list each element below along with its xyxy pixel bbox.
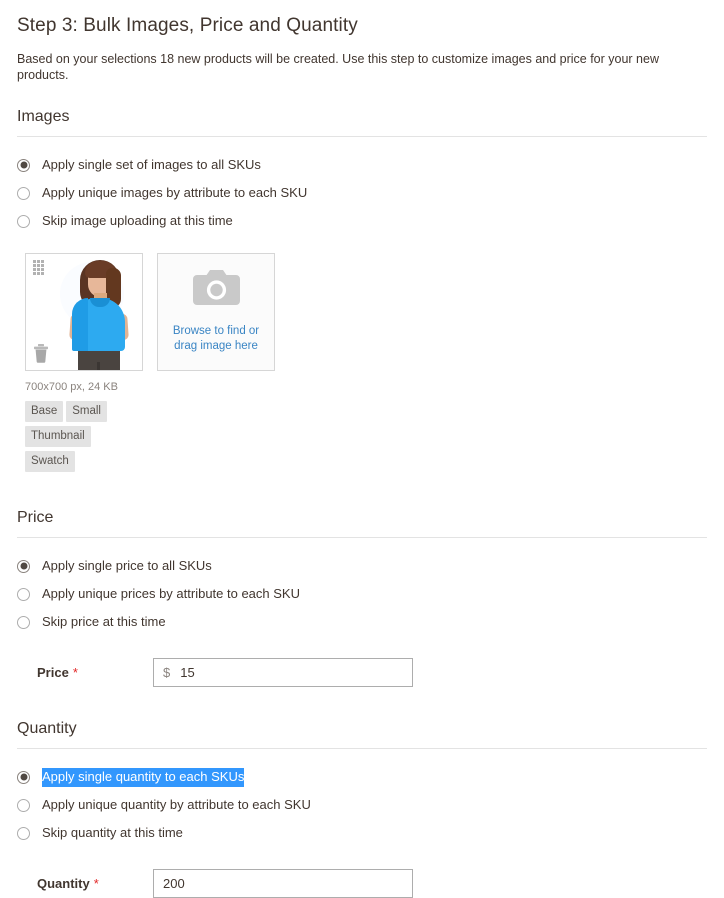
- price-field-row: Price * $ 15: [17, 658, 707, 687]
- radio-button[interactable]: [17, 826, 30, 840]
- quantity-section-divider: [17, 748, 707, 749]
- price-input-value: 15: [180, 665, 195, 680]
- images-section-title: Images: [17, 108, 70, 125]
- radio-button[interactable]: [17, 214, 30, 228]
- price-label-text: Price: [37, 665, 69, 680]
- page-title: Step 3: Bulk Images, Price and Quantity: [17, 15, 358, 36]
- price-section-divider: [17, 537, 707, 538]
- radio-label: Apply unique prices by attribute to each…: [42, 586, 300, 601]
- quantity-section: Quantity Apply single quantity to each S…: [17, 719, 707, 898]
- camera-icon: [192, 270, 240, 310]
- radio-option-skip-images[interactable]: Skip image uploading at this time: [17, 207, 707, 235]
- quantity-field-row: Quantity * 200: [17, 869, 707, 898]
- currency-symbol: $: [163, 665, 171, 680]
- radio-option-apply-single-quantity[interactable]: Apply single quantity to each SKUs: [17, 763, 707, 791]
- radio-button[interactable]: [17, 798, 30, 812]
- radio-option-skip-quantity[interactable]: Skip quantity at this time: [17, 819, 707, 847]
- radio-button[interactable]: [17, 770, 30, 784]
- radio-label: Apply single set of images to all SKUs: [42, 157, 261, 172]
- image-thumbnail[interactable]: [25, 253, 143, 371]
- drag-handle-icon[interactable]: [33, 260, 44, 275]
- quantity-field-label: Quantity *: [37, 876, 153, 891]
- radio-button[interactable]: [17, 559, 30, 573]
- quantity-section-title: Quantity: [17, 720, 77, 737]
- radio-label: Skip image uploading at this time: [42, 213, 233, 228]
- uploader-link-line2[interactable]: drag image here: [174, 339, 258, 354]
- quantity-label-text: Quantity: [37, 876, 90, 891]
- radio-option-apply-single-price[interactable]: Apply single price to all SKUs: [17, 552, 707, 580]
- radio-option-apply-single-image-set[interactable]: Apply single set of images to all SKUs: [17, 151, 707, 179]
- radio-label: Apply single quantity to each SKUs: [42, 767, 245, 787]
- images-section: Images Apply single set of images to all…: [17, 107, 707, 476]
- images-section-divider: [17, 136, 707, 137]
- radio-button[interactable]: [17, 615, 30, 629]
- radio-label: Apply single price to all SKUs: [42, 558, 212, 573]
- trash-icon[interactable]: [33, 344, 49, 363]
- radio-button[interactable]: [17, 158, 30, 172]
- radio-label: Apply unique images by attribute to each…: [42, 185, 308, 200]
- radio-button[interactable]: [17, 186, 30, 200]
- image-role-tag: Small: [66, 401, 107, 422]
- radio-label: Apply unique quantity by attribute to ea…: [42, 797, 311, 812]
- page-subtitle: Based on your selections 18 new products…: [17, 52, 659, 82]
- price-section: Price Apply single price to all SKUs App…: [17, 508, 707, 687]
- image-role-tags: Base Small Thumbnail Swatch: [25, 401, 135, 476]
- image-role-tag: Thumbnail: [25, 426, 91, 447]
- image-role-tag: Base: [25, 401, 64, 422]
- required-asterisk: *: [93, 876, 99, 891]
- image-role-tag: Swatch: [25, 451, 75, 472]
- uploader-link-line1[interactable]: Browse to find or: [173, 324, 259, 339]
- radio-button[interactable]: [17, 587, 30, 601]
- image-uploader-dropzone[interactable]: Browse to find or drag image here: [157, 253, 275, 371]
- quantity-input-value: 200: [163, 876, 185, 891]
- radio-option-skip-price[interactable]: Skip price at this time: [17, 608, 707, 636]
- image-gallery: Browse to find or drag image here 700x70…: [17, 253, 707, 476]
- radio-option-apply-unique-quantity[interactable]: Apply unique quantity by attribute to ea…: [17, 791, 707, 819]
- image-gallery-row: Browse to find or drag image here: [17, 253, 707, 371]
- radio-label: Skip price at this time: [42, 614, 166, 629]
- image-file-meta: 700x700 px, 24 KB: [25, 381, 118, 393]
- bulk-images-price-quantity-page: Step 3: Bulk Images, Price and Quantity …: [0, 0, 724, 898]
- price-section-title: Price: [17, 509, 54, 526]
- quantity-input[interactable]: 200: [153, 869, 413, 898]
- radio-option-apply-unique-images[interactable]: Apply unique images by attribute to each…: [17, 179, 707, 207]
- required-asterisk: *: [72, 665, 78, 680]
- radio-option-apply-unique-prices[interactable]: Apply unique prices by attribute to each…: [17, 580, 707, 608]
- price-input[interactable]: $ 15: [153, 658, 413, 687]
- price-field-label: Price *: [37, 665, 153, 680]
